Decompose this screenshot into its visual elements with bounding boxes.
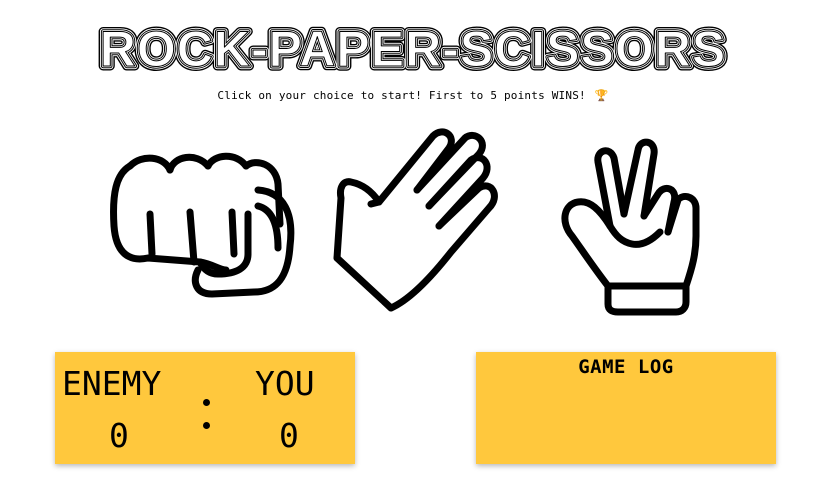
open-hand-icon	[333, 128, 498, 312]
instructions-text: Click on your choice to start! First to …	[217, 89, 586, 102]
game-log-entries	[486, 388, 766, 456]
enemy-score: 0	[109, 416, 129, 455]
enemy-label: ENEMY	[62, 364, 162, 403]
you-label: YOU	[255, 364, 315, 403]
fist-icon	[110, 152, 295, 298]
game-title: ROCK-PAPER-SCISSORS ROCK-PAPER-SCISSORS …	[0, 18, 826, 74]
game-log-title: GAME LOG	[578, 356, 674, 378]
title-outline-inner: ROCK-PAPER-SCISSORS	[100, 21, 726, 74]
score-separator-top-dot	[203, 399, 210, 406]
rock-choice-button[interactable]	[108, 144, 298, 304]
scoreboard-panel: ENEMY YOU 0 0	[55, 352, 355, 464]
paper-choice-button[interactable]	[333, 128, 501, 314]
two-fingers-hand-icon	[561, 138, 700, 316]
scissors-choice-button[interactable]	[556, 132, 702, 316]
game-log-panel: GAME LOG	[476, 352, 776, 464]
instructions-line: Click on your choice to start! First to …	[0, 89, 826, 102]
trophy-icon: 🏆	[594, 89, 609, 102]
you-score: 0	[279, 416, 299, 455]
score-separator-bottom-dot	[203, 422, 210, 429]
